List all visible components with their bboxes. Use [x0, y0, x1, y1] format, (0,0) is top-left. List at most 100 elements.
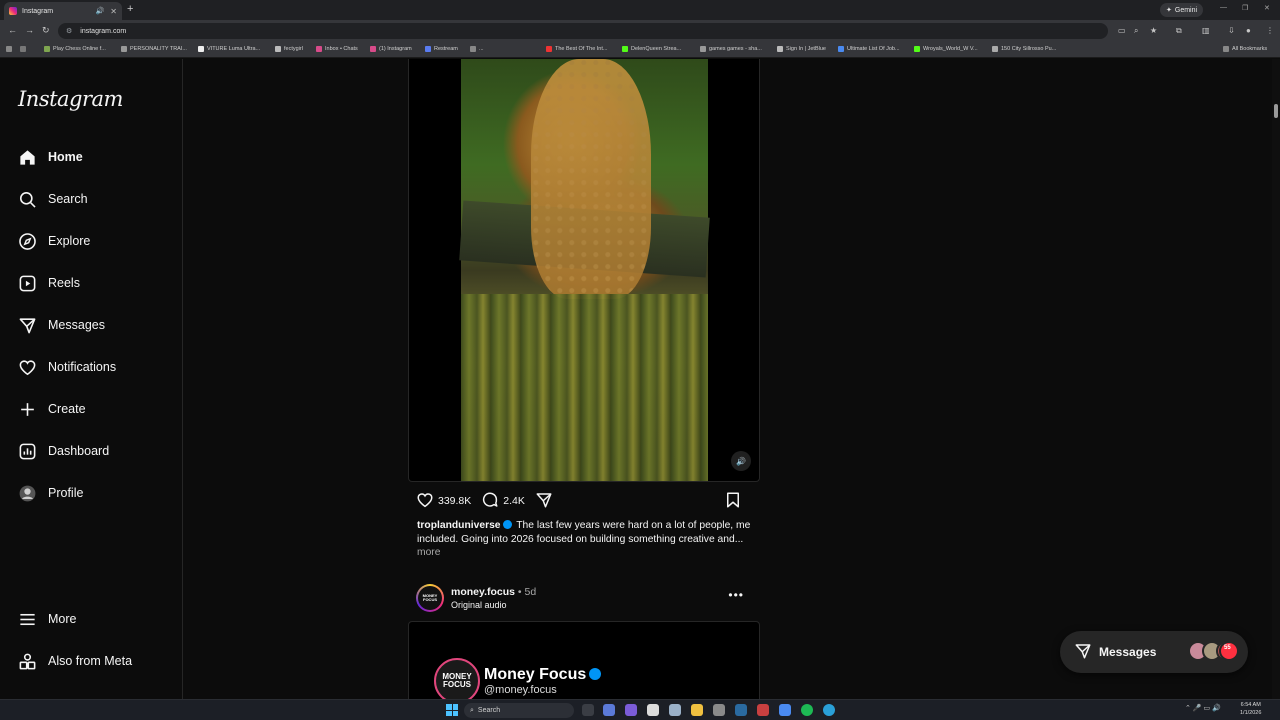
- taskbar-app-icon[interactable]: [625, 704, 637, 716]
- instagram-logo[interactable]: Instagram: [18, 87, 123, 111]
- post-video[interactable]: 🔊: [408, 59, 760, 482]
- post-media[interactable]: MONEY FOCUS Money Focus @money.focus: [408, 621, 760, 700]
- sidebar-item-notifications[interactable]: Notifications: [0, 350, 183, 384]
- scrollbar-thumb[interactable]: [1274, 104, 1278, 118]
- chart-icon: [17, 441, 37, 461]
- bookmarks-bar: Play Chess Online f... PERSONALITY TRAI.…: [0, 42, 1280, 58]
- taskbar-app-icon[interactable]: [735, 704, 747, 716]
- taskbar-app-icon[interactable]: [757, 704, 769, 716]
- bookmark-item[interactable]: (1) Instagram: [370, 46, 412, 52]
- task-view-icon[interactable]: [582, 704, 594, 716]
- hamburger-icon: [17, 609, 37, 629]
- file-explorer-icon[interactable]: [691, 704, 703, 716]
- bookmark-item[interactable]: Restream: [425, 46, 458, 52]
- unread-badge: 55: [1219, 641, 1239, 661]
- more-options-icon[interactable]: •••: [728, 588, 744, 602]
- sidebar-item-explore[interactable]: Explore: [0, 224, 183, 258]
- speaker-icon[interactable]: 🔊: [96, 7, 105, 15]
- compass-icon: [17, 231, 37, 251]
- clock-date: 1/1/2026: [1240, 709, 1262, 716]
- page-scrollbar[interactable]: [1272, 59, 1280, 700]
- bookmark-item[interactable]: VITURE Luma Ultra...: [198, 46, 260, 52]
- taskbar-search[interactable]: ⌕ Search: [464, 703, 574, 718]
- zoom-icon[interactable]: ⌕: [1134, 26, 1138, 36]
- bookmark-item[interactable]: 150 City Sillrosso Pu...: [992, 46, 1056, 52]
- windows-start-icon[interactable]: [446, 704, 458, 716]
- post-audio-link[interactable]: Original audio: [451, 600, 507, 610]
- reload-icon[interactable]: ↻: [42, 25, 50, 36]
- downloads-icon[interactable]: ⇩: [1228, 26, 1235, 35]
- messages-pill-label: Messages: [1099, 645, 1157, 659]
- browser-tab[interactable]: Instagram 🔊 ✕: [4, 2, 122, 20]
- close-tab-icon[interactable]: ✕: [110, 7, 117, 16]
- system-tray-icons[interactable]: ⌃ 🎤 ▭ 🔊: [1185, 704, 1221, 712]
- speaker-icon: 🔊: [736, 456, 746, 466]
- mute-toggle-button[interactable]: 🔊: [731, 451, 751, 471]
- post-username[interactable]: money.focus • 5d: [451, 586, 536, 598]
- gemini-button[interactable]: ✦ Gemini: [1160, 3, 1204, 17]
- sidebar-item-search[interactable]: Search: [0, 182, 183, 216]
- chrome-icon[interactable]: [779, 704, 791, 716]
- back-icon[interactable]: ←: [8, 25, 17, 35]
- bookmark-item[interactable]: Ultimate List Of Job...: [838, 46, 900, 52]
- post-avatar[interactable]: MONEY FOCUS: [416, 584, 444, 612]
- sidebar-item-more[interactable]: More: [0, 602, 183, 636]
- taskbar-app-icon[interactable]: [669, 704, 681, 716]
- extensions-icon[interactable]: ⧉: [1176, 26, 1182, 36]
- messages-pill-button[interactable]: Messages 55: [1060, 631, 1248, 673]
- taskbar-app-icon[interactable]: [647, 704, 659, 716]
- star-icon[interactable]: ★: [1150, 26, 1157, 35]
- bookmark-item[interactable]: Inbox • Chats: [316, 46, 358, 52]
- sidebar-item-reels[interactable]: Reels: [0, 266, 183, 300]
- comment-button[interactable]: 2.4K: [481, 491, 525, 512]
- cast-icon[interactable]: ▭: [1118, 26, 1126, 35]
- restore-icon[interactable]: ❐: [1242, 4, 1248, 12]
- sidebar-item-profile[interactable]: Profile: [0, 476, 183, 510]
- grid-icon[interactable]: [20, 46, 26, 52]
- close-window-icon[interactable]: ✕: [1264, 4, 1270, 12]
- address-bar[interactable]: ⚙ instagram.com: [58, 23, 1108, 39]
- sidebar-item-also-from-meta[interactable]: Also from Meta: [0, 644, 183, 678]
- media-handle: @money.focus: [484, 684, 557, 696]
- jaguar-image: [531, 59, 651, 299]
- bookmark-item[interactable]: games games - sha...: [700, 46, 762, 52]
- taskbar-app-icon[interactable]: [603, 704, 615, 716]
- minimize-icon[interactable]: —: [1220, 4, 1227, 11]
- save-button[interactable]: [724, 491, 742, 512]
- share-button[interactable]: [535, 491, 553, 512]
- spotify-icon[interactable]: [801, 704, 813, 716]
- bookmark-item[interactable]: Wroyals_World_W V...: [914, 46, 978, 52]
- money-focus-avatar: MONEY FOCUS: [434, 658, 480, 700]
- forward-icon[interactable]: →: [25, 25, 34, 35]
- like-button[interactable]: 339.8K: [416, 491, 471, 512]
- apps-icon[interactable]: [6, 46, 12, 52]
- profile-icon[interactable]: ●: [1246, 26, 1251, 35]
- bookmark-item[interactable]: The Best Of The Int...: [546, 46, 607, 52]
- menu-icon[interactable]: ⋮: [1266, 26, 1274, 35]
- bookmark-item[interactable]: DelenQueen Strea...: [622, 46, 681, 52]
- all-bookmarks-button[interactable]: All Bookmarks: [1223, 46, 1267, 52]
- new-tab-icon[interactable]: +: [127, 3, 133, 15]
- sidebar-item-label: Reels: [48, 276, 80, 290]
- bookmark-item[interactable]: fectygirl: [275, 46, 303, 52]
- bookmark-item[interactable]: PERSONALITY TRAI...: [121, 46, 187, 52]
- sidebar-item-messages[interactable]: Messages: [0, 308, 183, 342]
- sidebar-item-create[interactable]: Create: [0, 392, 183, 426]
- bookmark-item[interactable]: Sign In | JetBlue: [777, 46, 826, 52]
- taskbar-clock[interactable]: 6:54 AM 1/1/2026: [1240, 702, 1261, 717]
- comment-count: 2.4K: [503, 495, 525, 507]
- settings-icon[interactable]: [713, 704, 725, 716]
- edge-icon[interactable]: [823, 704, 835, 716]
- sidebar-item-dashboard[interactable]: Dashboard: [0, 434, 183, 468]
- caption-more-link[interactable]: more: [417, 547, 440, 558]
- caption-username[interactable]: troplanduniverse: [417, 520, 501, 531]
- bookmark-item[interactable]: Play Chess Online f...: [44, 46, 106, 52]
- sidebar-item-home[interactable]: Home: [0, 140, 183, 174]
- search-icon: ⌕: [470, 706, 474, 714]
- gemini-label: Gemini: [1174, 6, 1198, 14]
- bookmark-item[interactable]: ...: [470, 46, 484, 52]
- taskbar: ⌕ Search ⌃ 🎤 ▭ 🔊 6:54 AM 1/1/2026: [0, 699, 1280, 720]
- sidebar-item-label: Explore: [48, 234, 91, 248]
- site-info-icon[interactable]: ⚙: [66, 27, 72, 35]
- sidepanel-icon[interactable]: ▥: [1202, 26, 1210, 35]
